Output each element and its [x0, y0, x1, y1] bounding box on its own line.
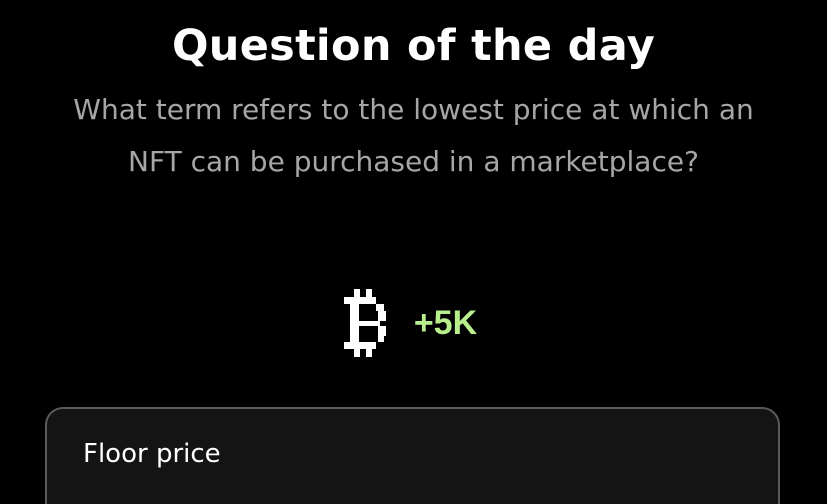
quiz-question: What term refers to the lowest price at …: [73, 93, 754, 178]
answer-option-label: Floor price: [83, 439, 221, 469]
pixel-currency-icon: [343, 289, 386, 357]
reward-row: +5K: [0, 288, 827, 358]
quiz-title: Question of the day: [171, 21, 656, 71]
reward-amount: +5K: [413, 303, 478, 342]
answer-option-floor-price[interactable]: Floor price: [45, 407, 780, 504]
